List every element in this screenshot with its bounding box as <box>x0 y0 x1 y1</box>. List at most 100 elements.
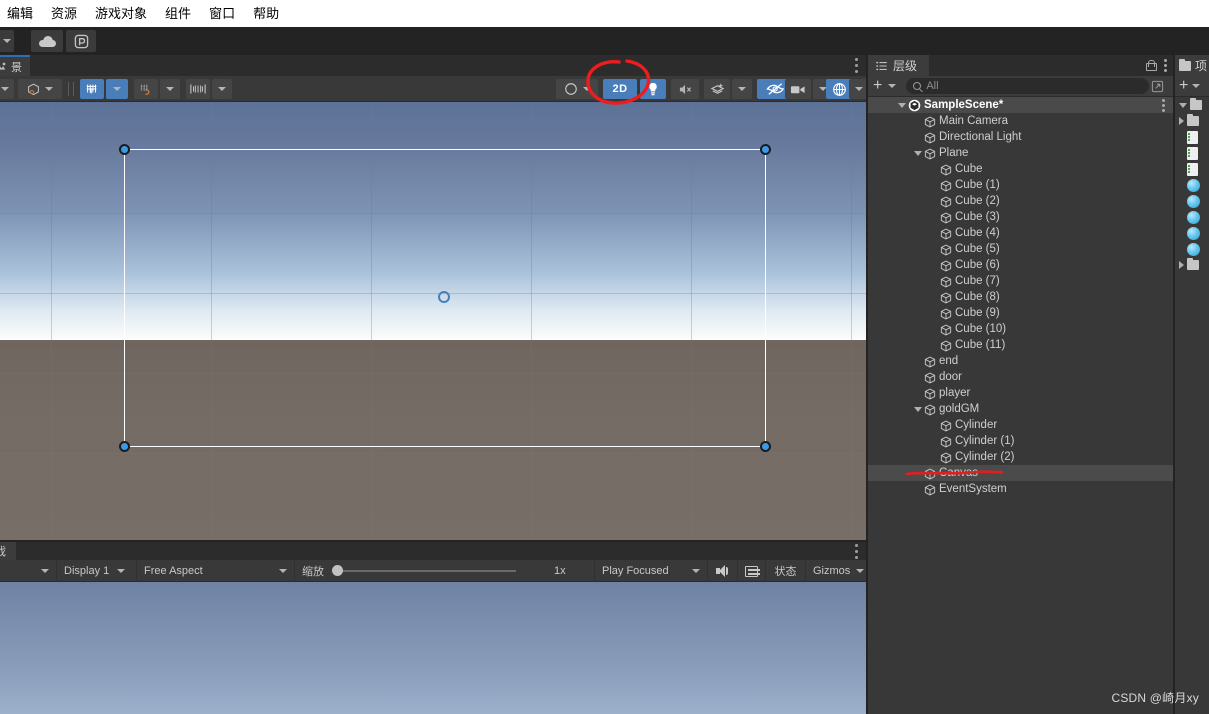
grid-snap-toggle[interactable] <box>80 79 104 99</box>
save-search-icon[interactable] <box>1151 80 1164 93</box>
account-dropdown[interactable] <box>0 30 14 52</box>
stats-button[interactable]: 状态 <box>766 560 806 582</box>
collapse-triangle-icon[interactable] <box>1179 117 1184 125</box>
hierarchy-item-cylinder-1[interactable]: Cylinder (1) <box>868 433 1173 449</box>
hierarchy-item-cube-1[interactable]: Cube (1) <box>868 177 1173 193</box>
increment-snap-toggle[interactable] <box>134 79 158 99</box>
project-tree-row[interactable] <box>1175 193 1209 209</box>
cloud-button[interactable] <box>31 30 63 52</box>
hierarchy-item-cube-3[interactable]: Cube (3) <box>868 209 1173 225</box>
menu-window[interactable]: 窗口 <box>200 0 244 27</box>
scene-row-menu-icon[interactable] <box>1162 99 1165 112</box>
tab-hierarchy[interactable]: 层级 <box>868 55 930 76</box>
mute-audio-button[interactable] <box>708 560 738 582</box>
scene-viewport[interactable] <box>0 102 866 542</box>
expand-triangle-icon[interactable] <box>1179 102 1187 108</box>
hierarchy-item-main-camera[interactable]: Main Camera <box>868 113 1173 129</box>
project-tree-row[interactable] <box>1175 241 1209 257</box>
project-tree-row[interactable] <box>1175 209 1209 225</box>
expand-triangle-icon[interactable] <box>898 102 906 108</box>
hierarchy-item-label: end <box>939 355 959 367</box>
rect-handle-top-left[interactable] <box>119 144 130 155</box>
hierarchy-scene-row[interactable]: SampleScene* <box>868 97 1173 113</box>
menu-assets[interactable]: 资源 <box>42 0 86 27</box>
expand-triangle-icon[interactable] <box>914 150 922 156</box>
hierarchy-item-cube-7[interactable]: Cube (7) <box>868 273 1173 289</box>
game-left-dropdown[interactable] <box>0 560 57 582</box>
grid-snap-dropdown[interactable] <box>106 79 128 99</box>
project-tree-row[interactable] <box>1175 177 1209 193</box>
draw-mode-dropdown[interactable] <box>0 79 14 99</box>
expand-triangle-icon[interactable] <box>914 406 922 412</box>
project-tree-row[interactable] <box>1175 225 1209 241</box>
display-dropdown[interactable]: Display 1 <box>57 560 137 582</box>
rect-handle-bottom-right[interactable] <box>760 441 771 452</box>
hierarchy-item-cube-2[interactable]: Cube (2) <box>868 193 1173 209</box>
ruler-toggle[interactable] <box>186 79 210 99</box>
increment-snap-dropdown[interactable] <box>160 79 180 99</box>
aspect-dropdown[interactable]: Free Aspect <box>137 560 295 582</box>
scene-shading-dropdown[interactable] <box>556 79 598 99</box>
scene-fx-dropdown-button[interactable] <box>704 79 730 99</box>
hierarchy-item-plane[interactable]: Plane <box>868 145 1173 161</box>
lock-icon[interactable] <box>1146 60 1157 71</box>
shading-mode-dropdown[interactable] <box>18 79 62 99</box>
tab-project[interactable]: 项 <box>1175 55 1209 76</box>
project-tree-row[interactable] <box>1175 257 1209 273</box>
chevron-down-icon[interactable] <box>888 84 897 88</box>
tab-game[interactable]: 戏 <box>0 542 16 560</box>
hierarchy-item-cube[interactable]: Cube <box>868 161 1173 177</box>
collapse-triangle-icon[interactable] <box>1179 261 1184 269</box>
project-tree-row[interactable] <box>1175 113 1209 129</box>
hierarchy-item-cylinder[interactable]: Cylinder <box>868 417 1173 433</box>
hierarchy-item-canvas[interactable]: Canvas <box>868 465 1173 481</box>
add-gameobject-button[interactable]: + <box>873 78 882 94</box>
menu-component[interactable]: 组件 <box>156 0 200 27</box>
hierarchy-item-cube-11[interactable]: Cube (11) <box>868 337 1173 353</box>
hierarchy-item-end[interactable]: end <box>868 353 1173 369</box>
hierarchy-item-eventsystem[interactable]: EventSystem <box>868 481 1173 497</box>
search-input[interactable]: All <box>906 78 1149 94</box>
game-input-button[interactable] <box>738 560 766 582</box>
ruler-dropdown[interactable] <box>212 79 232 99</box>
game-viewport[interactable] <box>0 582 866 714</box>
hierarchy-item-player[interactable]: player <box>868 385 1173 401</box>
scene-lighting-toggle[interactable] <box>640 79 666 99</box>
scale-slider[interactable] <box>328 560 528 582</box>
project-tree-row[interactable] <box>1175 161 1209 177</box>
rect-handle-top-right[interactable] <box>760 144 771 155</box>
menu-gameobject[interactable]: 游戏对象 <box>86 0 156 27</box>
scene-panel-menu-icon[interactable] <box>855 58 858 73</box>
unity-services-button[interactable] <box>66 30 96 52</box>
hierarchy-item-label: Cylinder <box>955 419 998 431</box>
hierarchy-item-cube-6[interactable]: Cube (6) <box>868 257 1173 273</box>
scene-fx-dropdown[interactable] <box>732 79 752 99</box>
hierarchy-item-cube-10[interactable]: Cube (10) <box>868 321 1173 337</box>
menu-help[interactable]: 帮助 <box>244 0 288 27</box>
hierarchy-item-cube-9[interactable]: Cube (9) <box>868 305 1173 321</box>
tab-scene[interactable]: 景 <box>0 55 30 76</box>
hierarchy-item-cube-5[interactable]: Cube (5) <box>868 241 1173 257</box>
hierarchy-item-cube-8[interactable]: Cube (8) <box>868 289 1173 305</box>
game-panel-menu-icon[interactable] <box>855 544 858 559</box>
hierarchy-item-directional-light[interactable]: Directional Light <box>868 129 1173 145</box>
scale-slider-group[interactable]: 缩放 1x <box>295 560 595 582</box>
scene-audio-toggle[interactable] <box>671 79 699 99</box>
hierarchy-item-cube-4[interactable]: Cube (4) <box>868 225 1173 241</box>
toggle-2d-button[interactable]: 2D <box>603 79 637 99</box>
project-tree-row[interactable] <box>1175 97 1209 113</box>
hierarchy-item-cylinder-2[interactable]: Cylinder (2) <box>868 449 1173 465</box>
game-gizmos-dropdown[interactable] <box>846 560 866 582</box>
hierarchy-item-goldgm[interactable]: goldGM <box>868 401 1173 417</box>
playmode-focus-dropdown[interactable]: Play Focused <box>595 560 708 582</box>
chevron-down-icon[interactable] <box>1192 84 1201 88</box>
pivot-circle-icon[interactable] <box>438 291 450 303</box>
project-add-button[interactable]: + <box>1179 78 1188 94</box>
project-tree-row[interactable] <box>1175 145 1209 161</box>
rect-handle-bottom-left[interactable] <box>119 441 130 452</box>
project-tree-row[interactable] <box>1175 129 1209 145</box>
hierarchy-item-door[interactable]: door <box>868 369 1173 385</box>
menu-edit[interactable]: 编辑 <box>0 0 42 27</box>
scene-camera-button[interactable] <box>785 79 811 99</box>
kebab-menu-icon[interactable] <box>1164 59 1167 72</box>
